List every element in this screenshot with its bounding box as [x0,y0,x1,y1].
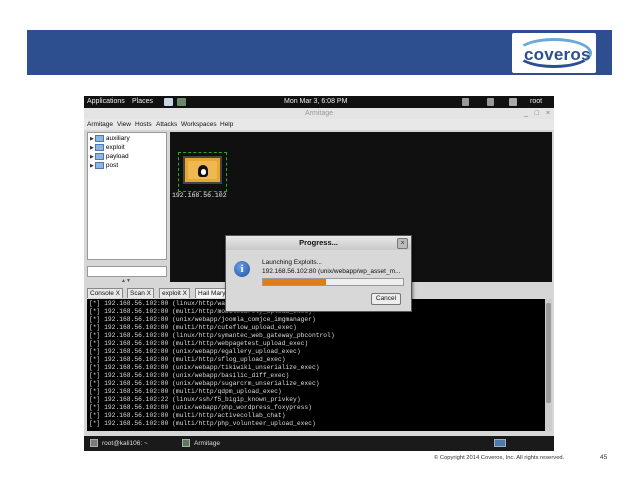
places-menu[interactable]: Places [132,98,153,105]
tab-close-icon[interactable]: X [147,290,151,297]
progress-bar [262,278,404,286]
tab-scan[interactable]: Scan X [127,288,154,298]
tab-close-icon[interactable]: X [183,290,187,297]
bottom-taskbar: root@kali106: ~ Armitage [84,436,554,451]
terminal-launcher-icon[interactable] [177,98,186,106]
tab-label: exploit [162,290,181,297]
console-output[interactable]: [*] 192.168.56.102:80 (linux/http/wanem_… [87,299,545,431]
window-title: Armitage [304,110,333,117]
menu-view[interactable]: View [117,121,131,128]
tree-label: auxiliary [105,135,130,143]
tab-close-icon[interactable]: X [116,290,120,297]
tab-exploit[interactable]: exploit X [159,288,190,298]
network-icon[interactable] [487,98,494,106]
tree-label: post [105,162,119,170]
minimize-icon[interactable]: _ [524,108,528,119]
split-grip-icon[interactable]: ▲▼ [121,278,131,284]
copyright-notice: © Copyright 2014 Coveros, Inc. All right… [434,455,565,461]
console-scrollbar[interactable] [545,299,552,431]
console-line: [*] 192.168.56.102:80 (unix/webapp/basil… [89,372,290,379]
console-line: [*] 192.168.56.102:80 (unix/webapp/jooml… [89,316,316,323]
menu-attacks[interactable]: Attacks [156,121,177,128]
menu-bar: Armitage View Hosts Attacks Workspaces H… [84,119,554,130]
console-line: [*] 192.168.56.102:80 (multi/http/php_vo… [89,420,316,427]
task-terminal[interactable]: root@kali106: ~ [102,440,148,447]
clock[interactable]: Mon Mar 3, 6:08 PM [284,98,347,105]
tab-label: Console [90,290,114,297]
host-node[interactable] [178,152,227,192]
tree-label: exploit [105,144,125,152]
app-launcher-icon[interactable] [164,98,173,106]
menu-help[interactable]: Help [220,121,233,128]
progress-dialog: Progress... × i Launching Exploits... 19… [225,235,412,312]
tab-label: Scan [130,290,145,297]
tree-label: payload [105,153,129,161]
tab-label: Hail Mary [198,290,226,297]
folder-icon [94,135,104,142]
console-line: [*] 192.168.56.102:80 (unix/webapp/php_w… [89,404,312,411]
coveros-logo: coveros [512,33,596,73]
linux-host-icon [183,156,222,184]
console-line: [*] 192.168.56.102:80 (linux/http/symant… [89,332,335,339]
task-armitage[interactable]: Armitage [194,440,220,447]
tree-item-auxiliary[interactable]: ▶ auxiliary [90,135,130,143]
menu-hosts[interactable]: Hosts [135,121,152,128]
close-icon[interactable]: × [546,108,550,119]
menu-armitage[interactable]: Armitage [87,121,113,128]
dialog-message: Launching Exploits... [262,259,322,266]
tree-item-payload[interactable]: ▶ payload [90,153,129,161]
expand-arrow-icon[interactable]: ▶ [90,163,94,169]
console-line: [*] 192.168.56.102:80 (unix/webapp/sugar… [89,380,320,387]
progress-fill [263,279,326,285]
gnome-top-panel: Applications Places Mon Mar 3, 6:08 PM r… [84,96,554,108]
logo-text: coveros [524,45,591,64]
console-line: [*] 192.168.56.102:80 (multi/http/webpag… [89,340,309,347]
dialog-detail: 192.168.56.102:80 (unix/webapp/wp_asset_… [262,268,401,275]
dialog-close-icon[interactable]: × [397,238,408,249]
console-line: [*] 192.168.56.102:80 (unix/webapp/tikiw… [89,364,320,371]
tux-icon [198,165,208,177]
window-titlebar: Armitage _ □ × [84,108,554,119]
maximize-icon[interactable]: □ [535,108,539,119]
tux-belly [200,169,206,175]
console-line: [*] 192.168.56.102:80 (multi/http/qdpm_u… [89,388,282,395]
expand-arrow-icon[interactable]: ▶ [90,145,94,151]
console-line: [*] 192.168.56.102:80 (multi/http/sflog_… [89,356,286,363]
expand-arrow-icon[interactable]: ▶ [90,136,94,142]
armitage-task-icon [182,439,190,447]
folder-icon [94,162,104,169]
workspace-switcher-icon[interactable] [494,439,506,447]
info-icon: i [234,261,250,277]
applications-menu[interactable]: Applications [87,98,125,105]
console-line: [*] 192.168.56.102:80 (multi/http/active… [89,412,286,419]
user-menu[interactable]: root [530,98,542,105]
console-line: [*] 192.168.56.102:80 (unix/webapp/egall… [89,348,301,355]
console-line: [*] 192.168.56.102:22 (linux/ssh/f5_bigi… [89,396,301,403]
monitor-screen [188,161,217,179]
terminal-task-icon [90,439,98,447]
module-tree: ▶ auxiliary ▶ exploit ▶ payload ▶ post [87,132,167,260]
tree-item-exploit[interactable]: ▶ exploit [90,144,125,152]
menu-workspaces[interactable]: Workspaces [181,121,217,128]
tree-item-post[interactable]: ▶ post [90,162,118,170]
folder-icon [94,144,104,151]
tab-console[interactable]: Console X [87,288,124,298]
console-line: [*] 192.168.56.102:80 (multi/http/cutefl… [89,324,297,331]
page-number: 45 [600,454,608,461]
scroll-thumb[interactable] [546,303,551,403]
host-ip-label: 192.168.56.102 [172,192,227,199]
volume-icon[interactable] [462,98,469,106]
expand-arrow-icon[interactable]: ▶ [90,154,94,160]
module-search-input[interactable] [87,266,167,277]
dialog-title: Progress... [226,236,411,250]
chat-icon[interactable] [509,98,517,106]
folder-icon [94,153,104,160]
cancel-button[interactable]: Cancel [371,293,401,305]
